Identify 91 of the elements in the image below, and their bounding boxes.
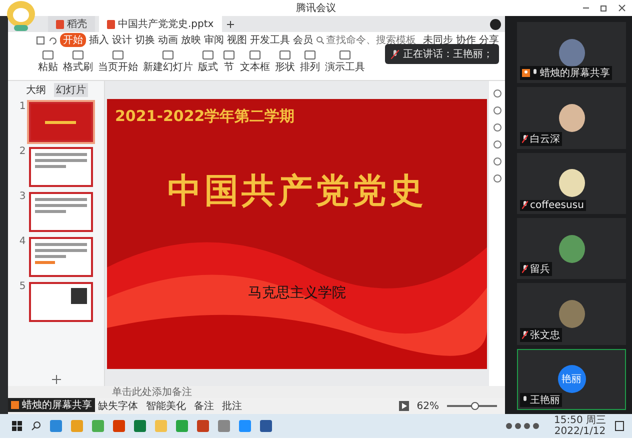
search-field[interactable]: 查找命令、搜索模板	[316, 34, 420, 46]
ribbon-tab[interactable]: 动画	[158, 33, 178, 47]
tool-icon	[249, 50, 261, 60]
close-icon[interactable]	[618, 4, 626, 12]
participant-name: coffeesusu	[530, 200, 584, 211]
toolbar-button[interactable]: 新建幻灯片	[143, 50, 193, 74]
host-icon	[11, 401, 19, 409]
notification-icon[interactable]	[615, 421, 624, 431]
tool-icon	[72, 50, 84, 60]
notes-placeholder[interactable]: 单击此处添加备注	[112, 385, 192, 399]
action-link[interactable]: 分享	[479, 33, 499, 47]
undo-icon[interactable]	[48, 36, 57, 44]
status-item[interactable]: 缺失字体	[98, 399, 138, 413]
tool-icon	[202, 50, 214, 60]
toolbar-button[interactable]: 形状	[275, 50, 295, 74]
avatar	[558, 104, 584, 132]
search-icon	[316, 36, 324, 44]
ribbon-tab[interactable]: 切换	[135, 33, 155, 47]
tool-icon	[112, 50, 124, 60]
ribbon-tab[interactable]: 放映	[181, 33, 201, 47]
action-link[interactable]: 协作	[456, 33, 476, 47]
slide-number: 4	[19, 237, 26, 247]
ribbon-tab[interactable]: 会员	[293, 33, 313, 47]
toolbar-button[interactable]: 版式	[198, 50, 218, 74]
status-item[interactable]: 智能美化	[146, 399, 186, 413]
slide-number: 2	[19, 147, 26, 157]
participant-name: 白云深	[530, 132, 560, 146]
tool-icon	[339, 50, 351, 60]
slide-thumbnail[interactable]	[28, 147, 93, 187]
avatar: 艳丽	[558, 365, 586, 394]
ribbon-tab[interactable]: 设计	[112, 33, 132, 47]
tool-icon	[279, 50, 291, 60]
slide-thumbnail[interactable]	[28, 237, 93, 277]
toolbar-button[interactable]: 排列	[300, 50, 320, 74]
save-icon[interactable]	[36, 36, 45, 44]
clock-time: 15:50 周三	[554, 415, 606, 426]
ribbon-tab[interactable]: 视图	[227, 33, 247, 47]
muted-microphone-icon	[391, 50, 399, 58]
participant-name: 留兵	[530, 262, 550, 276]
slide-number: 5	[19, 282, 26, 292]
user-avatar[interactable]	[490, 18, 501, 30]
windows-icon[interactable]	[12, 421, 22, 431]
slide-title: 中国共产党党史	[168, 170, 426, 212]
ribbon-tab[interactable]: 插入	[89, 33, 109, 47]
play-icon[interactable]	[398, 401, 409, 411]
ribbon-tab[interactable]: 开发工具	[250, 33, 290, 47]
participant-name: 蜡烛的屏幕共享	[540, 66, 610, 80]
status-item[interactable]: 批注	[222, 399, 242, 413]
ribbon-tab[interactable]: 开始	[60, 33, 86, 47]
avatar	[558, 300, 584, 328]
slide-thumbnail[interactable]	[28, 192, 93, 232]
toolbar-button[interactable]: 格式刷	[63, 50, 93, 74]
panel-tab[interactable]: 大纲	[24, 83, 48, 97]
window-title: 腾讯会议	[296, 2, 336, 15]
slide-number: 3	[19, 192, 26, 202]
speaking-toast: 正在讲话：王艳丽；	[385, 44, 499, 64]
toolbar-button[interactable]: 节	[223, 50, 235, 74]
toolbar-button[interactable]: 当页开始	[98, 50, 138, 74]
search-icon[interactable]	[31, 421, 41, 431]
tool-icon	[42, 50, 54, 60]
avatar	[558, 169, 584, 198]
file-icon	[56, 20, 64, 28]
toolbar-button[interactable]: 粘贴	[38, 50, 58, 74]
toolbar-button[interactable]: 文本框	[240, 50, 270, 74]
slide-subtitle: 2021-2022学年第二学期	[115, 106, 295, 126]
tool-icon	[304, 50, 316, 60]
panel-tab[interactable]: 幻灯片	[54, 83, 88, 97]
avatar	[558, 234, 584, 263]
share-badge: 蜡烛的屏幕共享	[8, 398, 95, 412]
status-item[interactable]: 备注	[194, 399, 214, 413]
restore-icon[interactable]	[600, 4, 608, 12]
tool-icon	[223, 50, 235, 60]
clock-date: 2022/1/12	[554, 426, 606, 437]
action-link[interactable]: 未同步	[423, 33, 453, 47]
zoom-level: 62%	[416, 400, 439, 412]
app-icon[interactable]	[260, 420, 272, 432]
toolbar-button[interactable]: 演示工具	[325, 50, 365, 74]
slide-text: 马克思主义学院	[248, 284, 346, 302]
document-tab[interactable]: 中国共产党党史.pptx	[99, 16, 222, 32]
participant-name: 张文忠	[530, 328, 560, 342]
participant-name: 王艳丽	[530, 394, 560, 407]
ribbon-tab[interactable]: 审阅	[204, 33, 224, 47]
add-slide-icon[interactable]	[52, 375, 60, 384]
tool-icon	[162, 50, 174, 60]
slide-thumbnail[interactable]	[28, 282, 93, 322]
document-tab[interactable]: 稻壳	[48, 16, 95, 32]
file-icon	[107, 20, 115, 28]
avatar	[558, 38, 584, 67]
add-icon[interactable]	[226, 20, 235, 28]
slide-thumbnail[interactable]	[28, 102, 93, 142]
slide-number: 1	[19, 102, 26, 112]
